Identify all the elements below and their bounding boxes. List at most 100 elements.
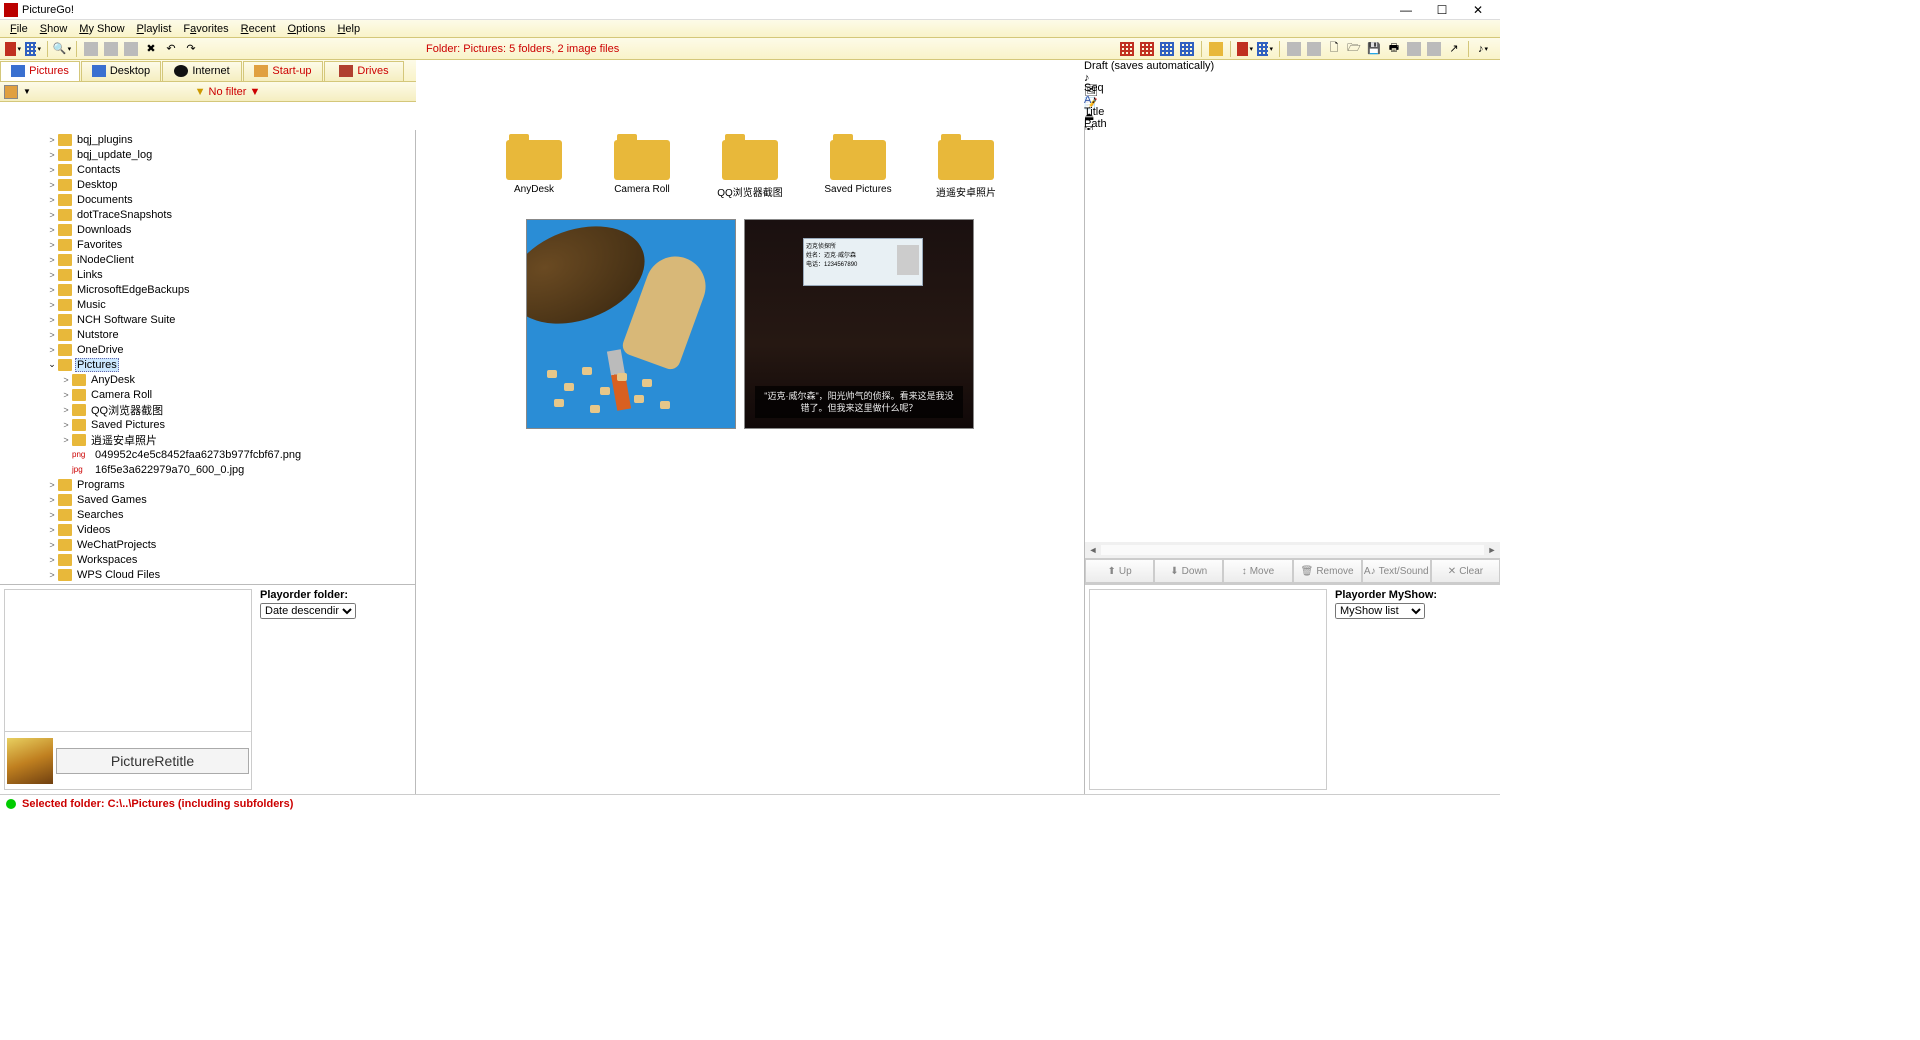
tree-item[interactable]: >Downloads	[0, 222, 415, 237]
tree-item[interactable]: >Saved Games	[0, 492, 415, 507]
remove-button[interactable]: 🗑 Remove	[1293, 559, 1362, 583]
color-swatch[interactable]	[4, 85, 18, 99]
maximize-button[interactable]: ☐	[1424, 1, 1460, 19]
preview-thumb[interactable]	[7, 738, 53, 784]
move-button[interactable]: ↕ Move	[1223, 559, 1292, 583]
picture-retitle-button[interactable]: PictureRetitle	[56, 748, 249, 774]
tree-item[interactable]: >WPS Cloud Files	[0, 567, 415, 582]
tree-item[interactable]: >MicrosoftEdgeBackups	[0, 282, 415, 297]
view-small-icons[interactable]	[1138, 40, 1156, 58]
header-title[interactable]: Title	[1084, 106, 1500, 118]
tool-play[interactable]	[4, 40, 22, 58]
tab-internet[interactable]: Internet	[162, 61, 242, 81]
tab-startup[interactable]: Start-up	[243, 61, 323, 81]
thumbnails-panel[interactable]: AnyDesk Camera Roll QQ浏览器截图 Saved Pictures 逍…	[416, 130, 1084, 794]
menu-show[interactable]: Show	[34, 23, 74, 35]
tree-item[interactable]: >Nutstore	[0, 327, 415, 342]
tool-delete[interactable]: ✖	[142, 40, 160, 58]
view-list[interactable]	[1158, 40, 1176, 58]
tree-item[interactable]: >bqj_update_log	[0, 147, 415, 162]
tool-r1[interactable]	[1285, 40, 1303, 58]
tree-item[interactable]: >Desktop	[0, 177, 415, 192]
tree-item[interactable]: >iNodeClient	[0, 252, 415, 267]
tree-item[interactable]: >Favorites	[0, 237, 415, 252]
tree-item[interactable]: >Camera Roll	[0, 387, 415, 402]
tree-item[interactable]: >OneDrive	[0, 342, 415, 357]
down-button[interactable]: ⬇ Down	[1154, 559, 1223, 583]
tree-item[interactable]: >dotTraceSnapshots	[0, 207, 415, 222]
tree-item[interactable]: >QQ浏览器截图	[0, 402, 415, 417]
tree-item[interactable]: >Workspaces	[0, 552, 415, 567]
tree-item[interactable]: >Documents	[0, 192, 415, 207]
tool-copy[interactable]	[102, 40, 120, 58]
tool-music[interactable]: ♪	[1474, 40, 1492, 58]
playorder-myshow-select[interactable]: MyShow list	[1335, 603, 1425, 619]
tab-desktop[interactable]: Desktop	[81, 61, 161, 81]
menu-recent[interactable]: Recent	[235, 23, 282, 35]
tool-r6[interactable]	[1405, 40, 1423, 58]
menu-help[interactable]: Help	[331, 23, 366, 35]
playlist-hscroll[interactable]: ◄►	[1085, 542, 1500, 558]
folder-item[interactable]: AnyDesk	[495, 140, 573, 199]
playorder-folder-select[interactable]: Date descending	[260, 603, 356, 619]
tree-item[interactable]: >Music	[0, 297, 415, 312]
tool-play-right[interactable]	[1236, 40, 1254, 58]
folder-item[interactable]: 逍遥安卓照片	[927, 140, 1005, 199]
thumbnail-detective-game[interactable]: 迈克侦探所 姓名：迈克·威尔森 电话：1234567890 "迈克·威尔森"，阳…	[744, 219, 974, 429]
tree-item[interactable]: jpg16f5e3a622979a70_600_0.jpg	[0, 462, 415, 477]
tree-item[interactable]: >逍遥安卓照片	[0, 432, 415, 447]
menu-favorites[interactable]: Favorites	[177, 23, 234, 35]
minimize-button[interactable]: —	[1388, 1, 1424, 19]
clear-button[interactable]: ✕ Clear	[1431, 559, 1500, 583]
menu-playlist[interactable]: Playlist	[131, 23, 178, 35]
tool-open[interactable]: 🗁	[1345, 40, 1363, 58]
filter-button[interactable]: ▼ No filter ▼	[39, 86, 416, 98]
tool-undo[interactable]: ↶	[162, 40, 180, 58]
tool-folder[interactable]	[1207, 40, 1225, 58]
playlist-body[interactable]	[1085, 130, 1500, 542]
menu-file[interactable]: File	[4, 23, 34, 35]
tree-item[interactable]: >Programs	[0, 477, 415, 492]
tool-paste[interactable]	[122, 40, 140, 58]
tree-item[interactable]: >Saved Pictures	[0, 417, 415, 432]
folder-item[interactable]: Camera Roll	[603, 140, 681, 199]
folder-item[interactable]: Saved Pictures	[819, 140, 897, 199]
tree-item[interactable]: >Videos	[0, 522, 415, 537]
tool-grid-right[interactable]	[1256, 40, 1274, 58]
tree-item[interactable]: >Links	[0, 267, 415, 282]
tree-item[interactable]: >AnyDesk	[0, 372, 415, 387]
tree-item[interactable]: >Contacts	[0, 162, 415, 177]
tool-r2[interactable]	[1305, 40, 1323, 58]
view-details[interactable]	[1178, 40, 1196, 58]
tool-cut[interactable]	[82, 40, 100, 58]
tool-print[interactable]: 🖶	[1385, 40, 1403, 58]
tool-redo[interactable]: ↷	[182, 40, 200, 58]
header-seq[interactable]: Seq	[1084, 82, 1500, 94]
up-button[interactable]: ⬆ Up	[1085, 559, 1154, 583]
tool-grid-left[interactable]	[24, 40, 42, 58]
draft-link[interactable]: Draft (saves automatically)	[1084, 60, 1500, 72]
folder-item[interactable]: QQ浏览器截图	[711, 140, 789, 199]
tab-pictures[interactable]: Pictures	[0, 61, 80, 81]
tree-item[interactable]: ⌄Pictures	[0, 357, 415, 372]
swatch-dropdown-icon[interactable]: ▼	[23, 87, 31, 96]
header-path[interactable]: Path	[1084, 118, 1500, 130]
tab-drives[interactable]: Drives	[324, 61, 404, 81]
tree-item[interactable]: png049952c4e5c8452faa6273b977fcbf67.png	[0, 447, 415, 462]
tree-item[interactable]: >NCH Software Suite	[0, 312, 415, 327]
tree-item[interactable]: >bqj_plugins	[0, 132, 415, 147]
tree-item[interactable]: >Searches	[0, 507, 415, 522]
tool-export[interactable]: ↗	[1445, 40, 1463, 58]
view-large-icons[interactable]	[1118, 40, 1136, 58]
close-button[interactable]: ✕	[1460, 1, 1496, 19]
textsound-button[interactable]: A♪ Text/Sound	[1362, 559, 1431, 583]
menu-options[interactable]: Options	[282, 23, 332, 35]
tool-search[interactable]: 🔍	[53, 40, 71, 58]
tool-new[interactable]: 🗋	[1325, 40, 1343, 58]
thumbnail-woodturning[interactable]	[526, 219, 736, 429]
tool-r7[interactable]	[1425, 40, 1443, 58]
tool-save[interactable]: 💾	[1365, 40, 1383, 58]
tree-item[interactable]: >WeChatProjects	[0, 537, 415, 552]
folder-tree[interactable]: >bqj_plugins>bqj_update_log>Contacts>Des…	[0, 130, 415, 584]
menu-myshow[interactable]: My Show	[73, 23, 130, 35]
